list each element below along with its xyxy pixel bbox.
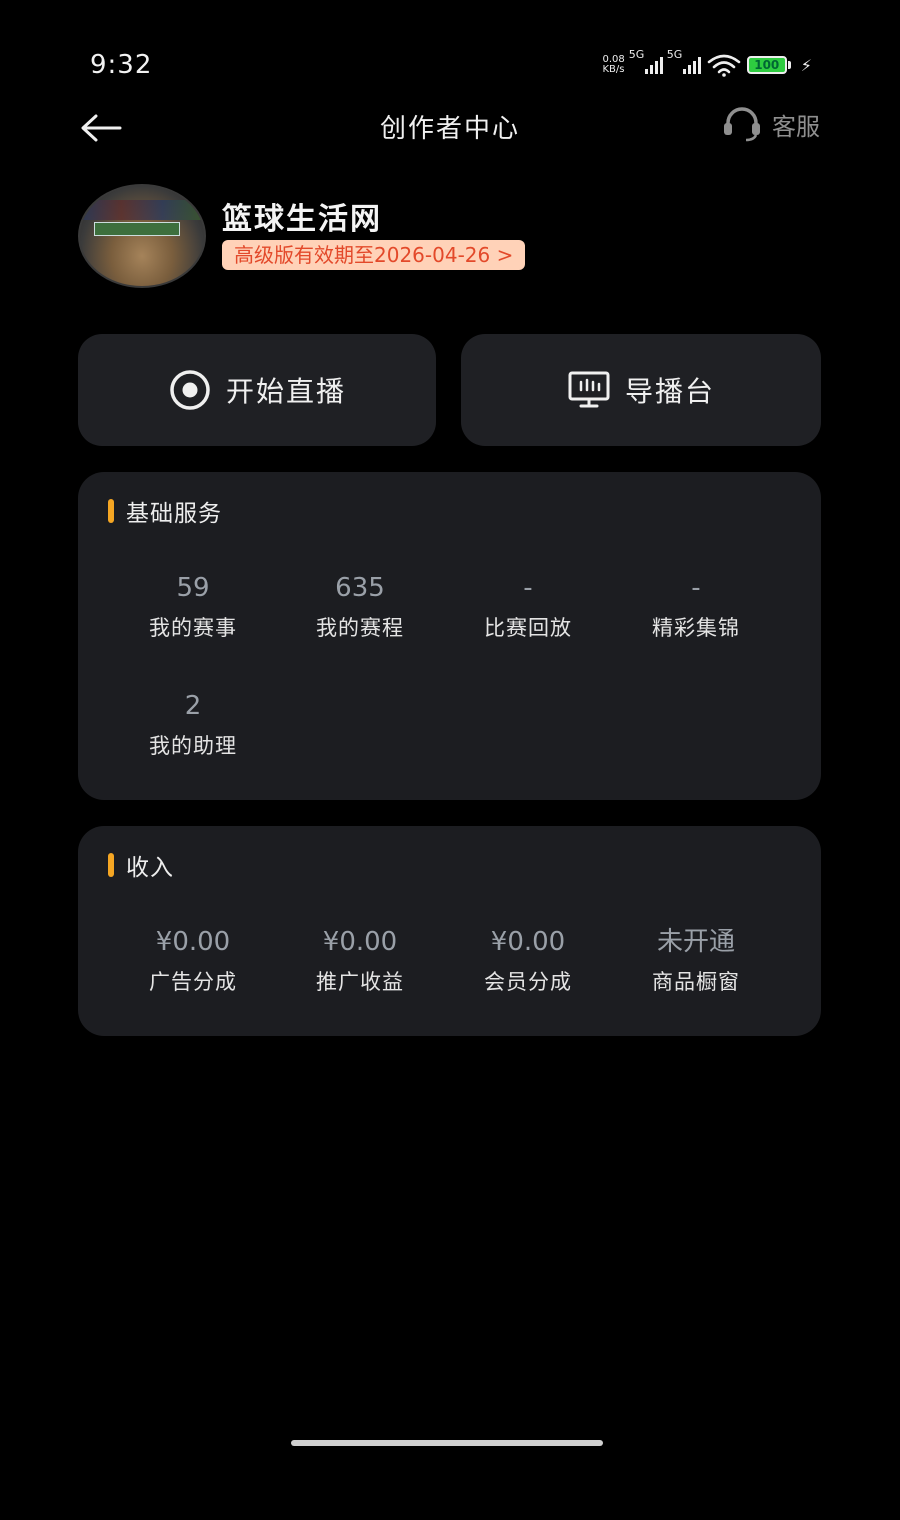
basic-services-header: 基础服务 [108,494,222,528]
stat-value: - [691,573,701,603]
income-value: ¥0.00 [155,927,231,957]
stat-value: 59 [176,573,210,603]
income-value: ¥0.00 [490,927,566,957]
status-time: 9:32 [90,50,153,80]
income-label: 推广收益 [316,970,404,994]
basic-services-card: 基础服务 59 我的赛事 635 我的赛程 - 比赛回放 - 精彩集锦 2 我的… [78,472,821,800]
income-card: 收入 ¥0.00 广告分成 ¥0.00 推广收益 ¥0.00 会员分成 未开通 … [78,826,821,1036]
battery-icon: 100 [746,56,791,74]
back-button[interactable] [78,108,124,148]
stat-label: 比赛回放 [484,616,572,640]
home-indicator[interactable] [291,1440,603,1446]
income-ad-share[interactable]: ¥0.00 广告分成 [109,924,277,996]
headset-icon [724,107,760,142]
back-arrow-icon [81,114,122,142]
stat-label: 我的助理 [149,734,237,758]
income-header: 收入 [108,848,174,882]
stat-label: 我的赛程 [316,616,404,640]
director-console-label: 导播台 [624,375,715,408]
income-product-showcase[interactable]: 未开通 商品橱窗 [612,924,780,996]
avatar[interactable] [78,184,206,288]
start-live-label: 开始直播 [225,375,346,408]
stat-value: - [523,573,533,603]
start-live-button[interactable]: 开始直播 [78,334,436,446]
income-label: 商品橱窗 [652,970,740,994]
signal-icon: 5G [667,48,701,74]
income-membership[interactable]: ¥0.00 会员分成 [444,924,612,996]
profile-name: 篮球生活网 [222,202,382,237]
section-accent-bar [108,499,114,523]
income-value: 未开通 [656,927,735,957]
income-label: 广告分成 [149,970,237,994]
customer-service-button[interactable]: 客服 [722,106,820,142]
charging-icon: ⚡ [800,55,812,75]
stat-my-schedule[interactable]: 635 我的赛程 [276,570,444,642]
record-icon [170,370,210,410]
customer-service-label: 客服 [772,112,820,141]
wifi-icon [707,54,741,77]
income-value: ¥0.00 [322,927,398,957]
status-icons: 0.08 KB/s 5G 5G 100 ⚡ [602,48,812,80]
stat-highlights[interactable]: - 精彩集锦 [612,570,780,642]
stat-match-replay[interactable]: - 比赛回放 [444,570,612,642]
stat-my-assistant[interactable]: 2 我的助理 [109,688,277,760]
income-label: 会员分成 [484,970,572,994]
stat-value: 635 [335,573,385,603]
creator-center-page: 9:32 0.08 KB/s 5G 5G 100 ⚡ 创作者中心 客服 篮球生活… [0,0,900,1520]
status-bar: 9:32 0.08 KB/s 5G 5G 100 ⚡ [0,0,900,110]
section-accent-bar [108,853,114,877]
signal-icon: 5G [629,48,663,74]
stat-my-events[interactable]: 59 我的赛事 [109,570,277,642]
director-console-button[interactable]: 导播台 [461,334,821,446]
network-speed: 0.08 KB/s [602,54,625,75]
income-title: 收入 [126,855,174,881]
income-promotion[interactable]: ¥0.00 推广收益 [276,924,444,996]
vip-expiry-badge[interactable]: 高级版有效期至2026-04-26 > [222,240,526,270]
stat-value: 2 [184,691,202,721]
basic-services-title: 基础服务 [126,501,222,527]
monitor-icon [568,371,610,408]
stat-label: 我的赛事 [149,616,237,640]
stat-label: 精彩集锦 [652,616,740,640]
